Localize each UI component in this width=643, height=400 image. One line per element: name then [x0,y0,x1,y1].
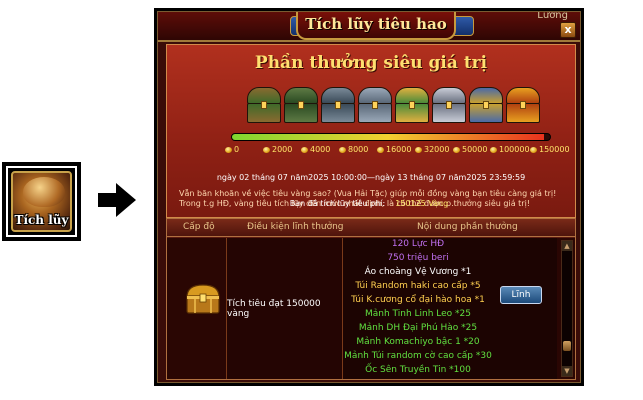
reward-item: Mảnh Komachiyo bậc 1 *20 [356,337,480,347]
window-titlebar: Tích lũy tiêu hao Lương x [158,12,580,42]
milestone-label: 16000 [377,145,411,154]
coin-icon [453,146,460,153]
milestone-label: 32000 [415,145,449,154]
reward-item: Ốc Sên Truyền Tin *100 [365,365,471,375]
treasure-chest-icon [432,87,466,123]
coin-icon [225,146,232,153]
coin-icon [490,146,497,153]
milestone-label: 2000 [263,145,292,154]
window-title: Tích lũy tiêu hao [305,15,447,33]
gold-bag-icon: Tích lũy [11,171,72,232]
content-cell: 120 Lực HĐ 750 triệu beri Áo choàng Vệ Vươ… [343,238,557,379]
scrollbar[interactable]: ▲ ▼ [561,240,573,377]
event-window: Tích lũy tiêu hao Lương x Phần thưởng si… [154,8,584,386]
claim-button[interactable]: Lĩnh [500,286,542,304]
milestone-row: 0 2000 4000 8000 16000 32000 50000 100000 150000 [225,145,571,157]
coin-icon [263,146,270,153]
screenshot: Tích lũy Tích lũy tiêu hao Lương x Phần … [0,0,643,400]
condition-text: Tích tiêu đạt 150000 vàng [227,298,321,319]
reward-item: 120 Lực HĐ [391,239,445,249]
milestone-label: 8000 [339,145,368,154]
header-condition: Điều kiện lĩnh thưởng [247,222,344,232]
milestone-label: 100000 [490,145,530,154]
scroll-thumb[interactable] [563,341,571,351]
currency-label: Lương [537,11,568,21]
accumulated-label: Bạn đã tích lũy tiêu phí: [289,199,386,208]
reward-item: Áo choàng Vệ Vương *1 [364,267,472,277]
reward-item: 750 triệu beri [387,253,449,263]
milestone-label: 4000 [301,145,330,154]
milestone-label: 150000 [530,145,570,154]
header-level: Cấp độ [183,222,215,232]
reward-item: Túi Random haki cao cấp *5 [355,281,481,291]
level-cell [167,238,227,379]
milestone-label: 50000 [453,145,487,154]
reward-item: Túi K.cương cổ đại hào hoa *1 [351,295,485,305]
treasure-chest-icon [284,87,318,123]
chest-row [247,87,547,129]
progress-fill [232,134,544,140]
milestone-label: 0 [225,145,239,154]
table-row: Tích tiêu đạt 150000 vàng 120 Lực HĐ 750 … [167,238,575,379]
coin-icon [339,146,346,153]
reward-item: Mảnh Túi random cờ cao cấp *30 [344,351,492,361]
condition-cell: Tích tiêu đạt 150000 vàng [227,238,343,379]
event-period: ngày 02 tháng 07 năm2025 10:00:00—ngày 1… [216,173,526,182]
treasure-chest-icon [469,87,503,123]
reward-heading: Phần thưởng siêu giá trị [254,53,488,73]
progress-bar [231,133,551,141]
coin-icon [377,146,384,153]
reward-table: Cấp độ Điều kiện lĩnh thưởng Nội dung ph… [166,218,576,380]
event-icon-button[interactable]: Tích lũy [2,162,81,241]
treasure-chest-icon [247,87,281,123]
table-header: Cấp độ Điều kiện lĩnh thưởng Nội dung ph… [167,219,575,237]
reward-item: Mảnh DH Đại Phú Hào *25 [358,323,478,333]
scroll-up-icon[interactable]: ▲ [562,241,572,251]
close-button[interactable]: x [560,22,576,38]
coin-icon [415,146,422,153]
treasure-chest-icon [186,284,220,314]
coin-icon [530,146,537,153]
treasure-chest-icon [321,87,355,123]
header-content: Nội dung phần thưởng [417,222,518,232]
reward-panel: Phần thưởng siêu giá trị 0 2000 4000 8000 16… [166,44,576,218]
accumulated-row: Bạn đã tích lũy tiêu phí: 150125 Vàng [158,199,580,208]
treasure-chest-icon [395,87,429,123]
event-icon-label: Tích lũy [14,213,69,227]
treasure-chest-icon [358,87,392,123]
right-arrow-icon [98,183,136,217]
scroll-down-icon[interactable]: ▼ [562,366,572,376]
coin-icon [301,146,308,153]
accumulated-value: 150125 Vàng [395,199,449,208]
reward-item: Mảnh Tinh Linh Leo *25 [364,309,472,319]
treasure-chest-icon [506,87,540,123]
